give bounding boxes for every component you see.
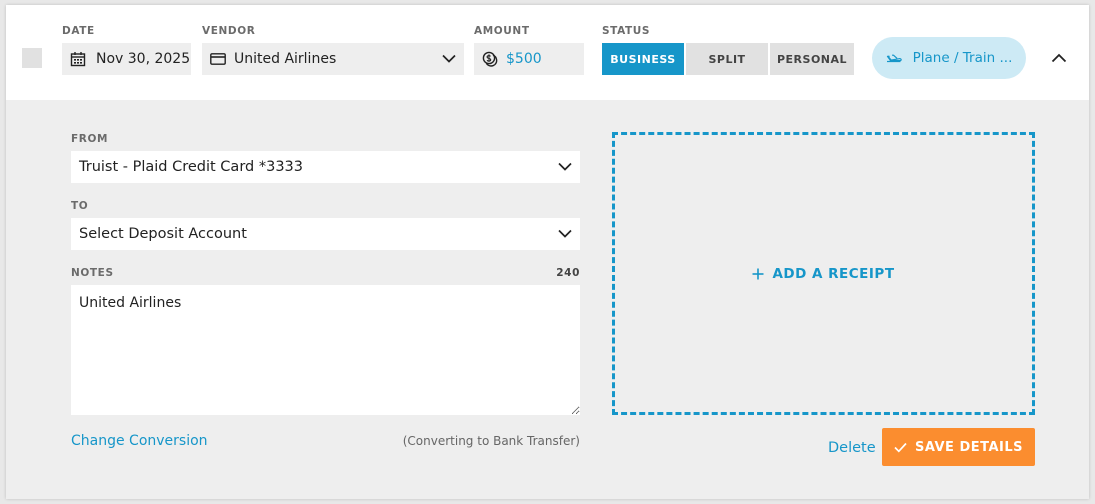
- add-receipt-label: ADD A RECEIPT: [752, 266, 894, 282]
- from-account-select[interactable]: Truist - Plaid Credit Card *3333: [71, 151, 580, 183]
- chevron-down-icon: [558, 159, 572, 175]
- select-checkbox[interactable]: [22, 48, 42, 68]
- amount-input[interactable]: $500: [474, 43, 584, 75]
- chevron-down-icon: [442, 51, 456, 67]
- amount-value: $500: [506, 51, 542, 67]
- category-label: Plane / Train ...: [912, 50, 1013, 66]
- airplane-icon: [886, 51, 903, 65]
- date-field[interactable]: Nov 30, 2025: [62, 43, 191, 75]
- status-business-button[interactable]: BUSINESS: [602, 43, 684, 75]
- checkmark-icon: [894, 442, 907, 453]
- deposit-account-value: Select Deposit Account: [79, 226, 247, 242]
- transaction-card: DATE Nov 30, 2025 VENDOR United Airlines…: [6, 5, 1089, 499]
- vendor-value: United Airlines: [234, 51, 337, 67]
- calendar-icon: [70, 51, 86, 67]
- add-receipt-text: ADD A RECEIPT: [772, 265, 895, 282]
- from-label: FROM: [71, 133, 109, 145]
- chevron-down-icon: [558, 226, 572, 242]
- to-label: TO: [71, 200, 89, 212]
- amount-label: AMOUNT: [474, 25, 530, 37]
- vendor-select[interactable]: United Airlines: [202, 43, 464, 75]
- date-value: Nov 30, 2025: [96, 51, 191, 67]
- deposit-account-select[interactable]: Select Deposit Account: [71, 218, 580, 250]
- transaction-header: DATE Nov 30, 2025 VENDOR United Airlines…: [6, 5, 1089, 100]
- status-personal-button[interactable]: PERSONAL: [770, 43, 854, 75]
- vendor-label: VENDOR: [202, 25, 256, 37]
- category-pill[interactable]: Plane / Train ...: [872, 37, 1026, 79]
- save-details-label: SAVE DETAILS: [914, 439, 1024, 455]
- notes-textarea[interactable]: United Airlines: [71, 285, 580, 415]
- status-split-button[interactable]: SPLIT: [686, 43, 768, 75]
- save-details-button[interactable]: SAVE DETAILS: [882, 428, 1035, 466]
- receipt-dropzone[interactable]: ADD A RECEIPT: [612, 132, 1035, 415]
- chevron-up-icon[interactable]: [1048, 47, 1070, 69]
- change-conversion-link[interactable]: Change Conversion: [71, 433, 208, 449]
- delete-button[interactable]: Delete: [828, 440, 876, 456]
- credit-card-icon: [210, 53, 226, 65]
- notes-char-count: 240: [556, 267, 580, 279]
- coins-icon: [482, 51, 499, 68]
- date-label: DATE: [62, 25, 95, 37]
- conversion-note: (Converting to Bank Transfer): [402, 434, 580, 448]
- notes-label: NOTES: [71, 267, 114, 279]
- plus-icon: [752, 268, 764, 280]
- from-account-value: Truist - Plaid Credit Card *3333: [79, 159, 303, 175]
- status-label: STATUS: [602, 25, 651, 37]
